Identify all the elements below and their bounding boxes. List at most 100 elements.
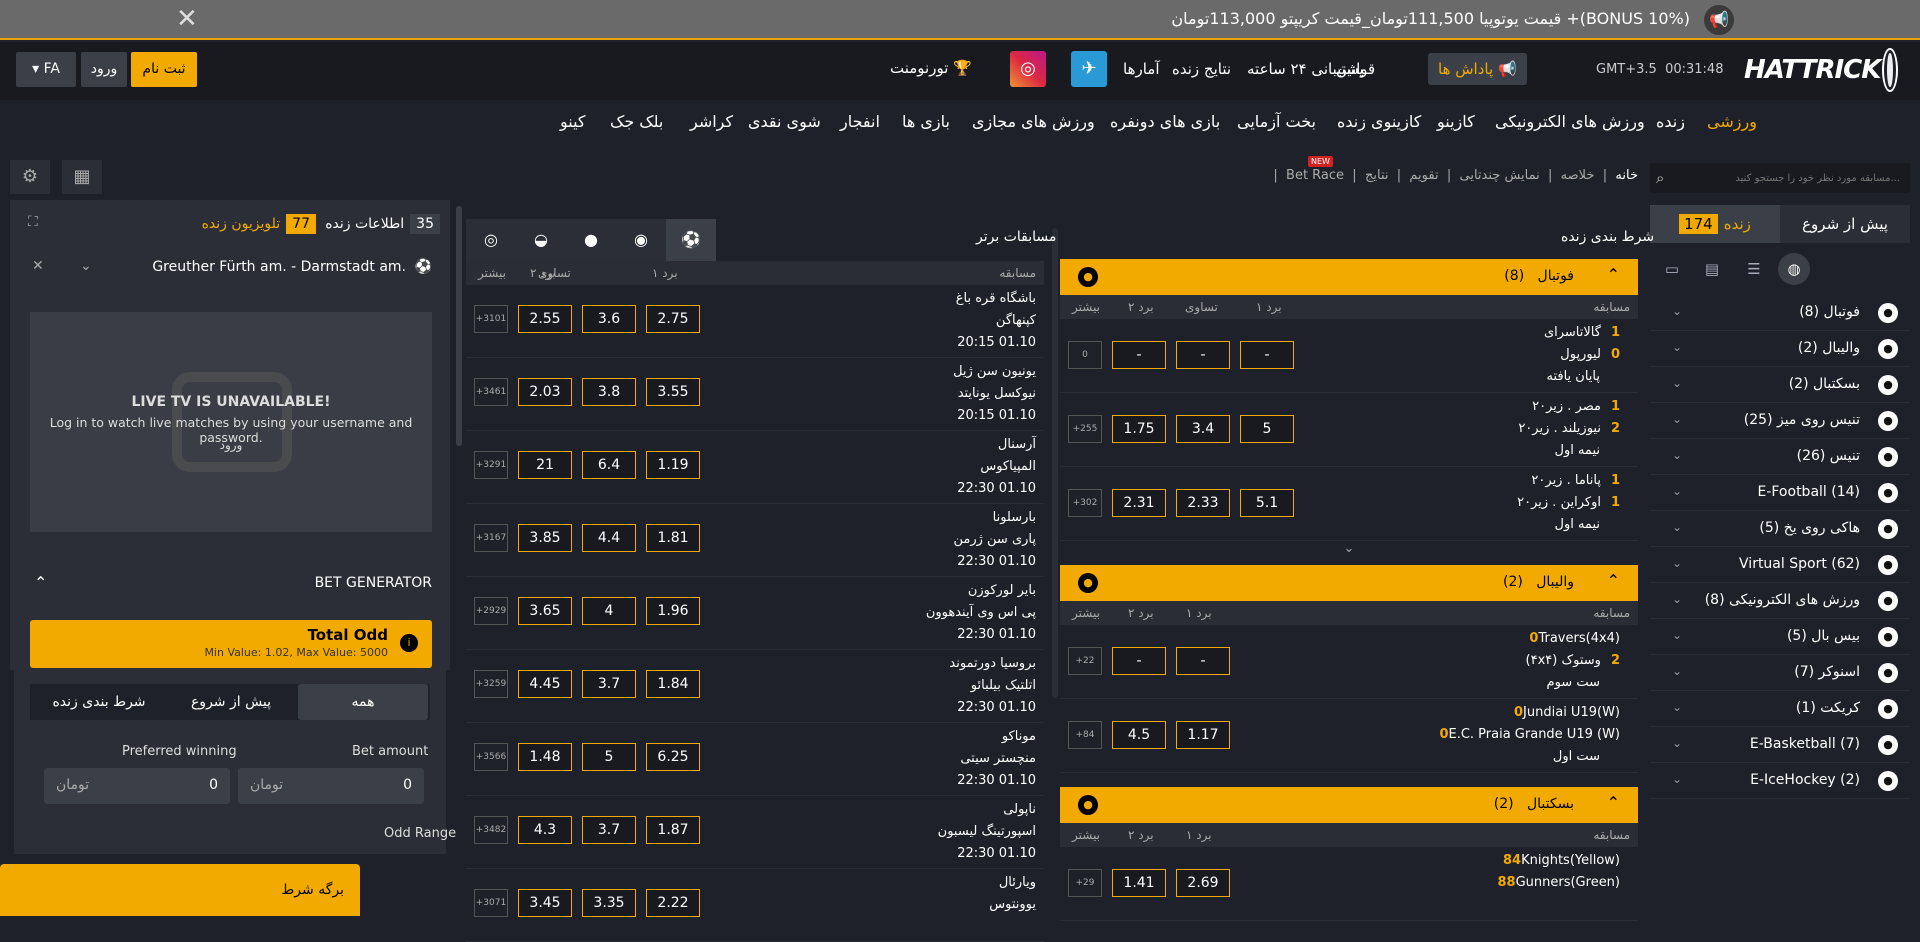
more-markets-button[interactable]: +302	[1068, 489, 1102, 517]
more-markets-button[interactable]: +3566	[474, 743, 508, 771]
header-link-live-results[interactable]: نتایج زنده	[1172, 60, 1231, 78]
more-markets-button[interactable]: +255	[1068, 415, 1102, 443]
telegram-icon[interactable]: ✈	[1071, 51, 1107, 87]
chevron-down-icon[interactable]: ⌄	[1672, 448, 1682, 462]
odd-w2-button[interactable]: 3.65	[518, 597, 572, 625]
monitor-icon[interactable]: ▭	[1656, 253, 1688, 285]
odd-w1-button[interactable]: 5	[1240, 415, 1294, 443]
odd-w1-button[interactable]: 1.87	[646, 816, 700, 844]
signup-button[interactable]: ثبت نام	[131, 52, 197, 87]
breadcrumb-results[interactable]: نتایج	[1365, 168, 1389, 183]
breadcrumb-multiview[interactable]: نمایش چندتایی	[1460, 168, 1540, 183]
globe-icon[interactable]: ◍	[1778, 253, 1810, 285]
chevron-down-icon[interactable]: ⌄	[1672, 628, 1682, 642]
more-markets-button[interactable]: +2929	[474, 597, 508, 625]
header-link-stats[interactable]: آمارها	[1123, 60, 1160, 78]
chevron-down-icon[interactable]: ⌄	[1672, 736, 1682, 750]
chevron-up-icon[interactable]: ⌃	[1607, 571, 1620, 590]
tv-match-select[interactable]: ⚽ Greuther Fürth am. - Darmstadt am. ⌄ ✕	[14, 250, 446, 286]
sidebar-sport-item[interactable]: ● E-Football (14) ⌄	[1650, 475, 1910, 511]
odd-w2-button[interactable]: 1.48	[518, 743, 572, 771]
tv-login-link[interactable]: ورود	[30, 438, 432, 452]
chevron-up-icon[interactable]: ⌃	[1607, 793, 1620, 812]
odd-draw-button[interactable]: 4.4	[582, 524, 636, 552]
bet-generator-header[interactable]: BET GENERATOR ⌃	[14, 566, 446, 602]
chevron-down-icon[interactable]: ⌄	[1672, 304, 1682, 318]
close-icon[interactable]: ✕	[176, 6, 198, 32]
top-match-row[interactable]: بروسیا دورتموند اتلتیک بیلبائو 22:30 01.10…	[466, 650, 1044, 723]
search-input[interactable]	[1680, 163, 1906, 193]
nav-virtual-sports[interactable]: ورزش های مجازی	[972, 112, 1095, 131]
sidebar-sport-item[interactable]: ● کریکت (1) ⌄	[1650, 691, 1910, 727]
odd-w2-button[interactable]: 4.45	[518, 670, 572, 698]
search-icon[interactable]: ⌕	[1656, 169, 1664, 187]
nav-games[interactable]: بازی ها	[902, 112, 950, 131]
nav-crasher[interactable]: کراشر	[690, 112, 733, 131]
chevron-down-icon[interactable]: ⌄	[80, 258, 92, 274]
odd-draw-button[interactable]: -	[1176, 341, 1230, 369]
seg-live[interactable]: شرط بندی زنده	[34, 684, 164, 720]
live-match-row[interactable]: 0Jundiai U19(W) 0E.C. Praia Grande U19 (W…	[1060, 699, 1638, 773]
more-markets-button[interactable]: +3071	[474, 889, 508, 917]
expand-icon[interactable]: ⛶	[28, 214, 38, 230]
odd-w2-button[interactable]: 2.03	[518, 378, 572, 406]
odd-w1-button[interactable]: 1.17	[1176, 721, 1230, 749]
sidebar-sport-item[interactable]: ● تنیس (26) ⌄	[1650, 439, 1910, 475]
sport-group-header[interactable]: فوتبال (8) ⌃ ●	[1060, 259, 1638, 295]
sidebar-sport-item[interactable]: ● تنیس روی میز (25) ⌄	[1650, 403, 1910, 439]
odd-draw-button[interactable]: 3.7	[582, 816, 636, 844]
odd-w2-button[interactable]: 3.45	[518, 889, 572, 917]
top-match-row[interactable]: یونیون سن ژیل نیوکسل یونایتد 20:15 01.10 3.…	[466, 358, 1044, 431]
seg-prematch[interactable]: پیش از شروع	[166, 684, 296, 720]
more-markets-button[interactable]: +3259	[474, 670, 508, 698]
odd-draw-button[interactable]: 2.33	[1176, 489, 1230, 517]
tennis-icon[interactable]: ●	[566, 219, 616, 261]
baseball-icon[interactable]: ◎	[466, 219, 516, 261]
chevron-down-icon[interactable]: ⌄	[1672, 556, 1682, 570]
tab-live-info[interactable]: اطلاعات زنده 35	[325, 214, 446, 234]
chevron-down-icon[interactable]: ⌄	[1060, 541, 1638, 561]
odd-draw-button[interactable]: 3.6	[582, 305, 636, 333]
odd-w2-button[interactable]: 2.55	[518, 305, 572, 333]
chevron-down-icon[interactable]: ⌄	[1672, 700, 1682, 714]
chevron-down-icon[interactable]: ⌄	[1672, 664, 1682, 678]
nav-casino[interactable]: کازینو	[1437, 112, 1475, 131]
sidebar-sport-item[interactable]: ● E-Basketball (7) ⌄	[1650, 727, 1910, 763]
ice-hockey-icon[interactable]: ◒	[516, 219, 566, 261]
sport-group-header[interactable]: بسکتبال (2) ⌃ ●	[1060, 787, 1638, 823]
odd-w2-button[interactable]: -	[1112, 341, 1166, 369]
more-markets-button[interactable]: +3291	[474, 451, 508, 479]
tab-prematch[interactable]: پیش از شروع	[1780, 205, 1910, 243]
sport-group-header[interactable]: والیبال (2) ⌃ ●	[1060, 565, 1638, 601]
chevron-down-icon[interactable]: ⌄	[1672, 376, 1682, 390]
odd-w2-button[interactable]: 2.31	[1112, 489, 1166, 517]
more-markets-button[interactable]: +84	[1068, 721, 1102, 749]
more-markets-button[interactable]: +3461	[474, 378, 508, 406]
breadcrumb-bet-race[interactable]: Bet Race	[1286, 168, 1344, 183]
nav-sports[interactable]: ورزشی	[1707, 112, 1757, 131]
tab-live-tv[interactable]: تلویزیون زنده 77	[202, 214, 322, 234]
breadcrumb-home[interactable]: خانه	[1615, 168, 1638, 183]
nav-keno[interactable]: کینو	[560, 112, 586, 131]
top-match-row[interactable]: آرسنال المپیاکوس 22:30 01.10 1.19 6.4 21 +3291	[466, 431, 1044, 504]
odd-w1-button[interactable]: 1.84	[646, 670, 700, 698]
football-icon[interactable]: ⚽	[666, 219, 716, 261]
chevron-down-icon[interactable]: ⌄	[1672, 412, 1682, 426]
odd-draw-button[interactable]: 3.4	[1176, 415, 1230, 443]
login-button[interactable]: ورود	[81, 52, 127, 87]
odd-draw-button[interactable]: 4	[582, 597, 636, 625]
top-match-row[interactable]: باشگاه قره باغ کپنهاگن 20:15 01.10 2.75 3.6 2…	[466, 285, 1044, 358]
odd-w1-button[interactable]: 3.55	[646, 378, 700, 406]
total-odd-box[interactable]: Total Odd Min Value: 1.02, Max Value: 50…	[30, 620, 432, 668]
sidebar-sport-item[interactable]: ● بیس بال (5) ⌄	[1650, 619, 1910, 655]
live-scrollbar[interactable]	[1052, 228, 1058, 698]
top-match-row[interactable]: موناکو منچستر سیتی 22:30 01.10 6.25 5 1.48 +35…	[466, 723, 1044, 796]
odd-w2-button[interactable]: -	[1112, 647, 1166, 675]
nav-live[interactable]: زنده	[1656, 112, 1685, 131]
odd-w2-button[interactable]: 1.41	[1112, 869, 1166, 897]
odd-draw-button[interactable]: 3.35	[582, 889, 636, 917]
odd-w2-button[interactable]: 4.5	[1112, 721, 1166, 749]
chevron-down-icon[interactable]: ⌄	[1672, 340, 1682, 354]
odd-draw-button[interactable]: 5	[582, 743, 636, 771]
more-markets-button[interactable]: +3101	[474, 305, 508, 333]
